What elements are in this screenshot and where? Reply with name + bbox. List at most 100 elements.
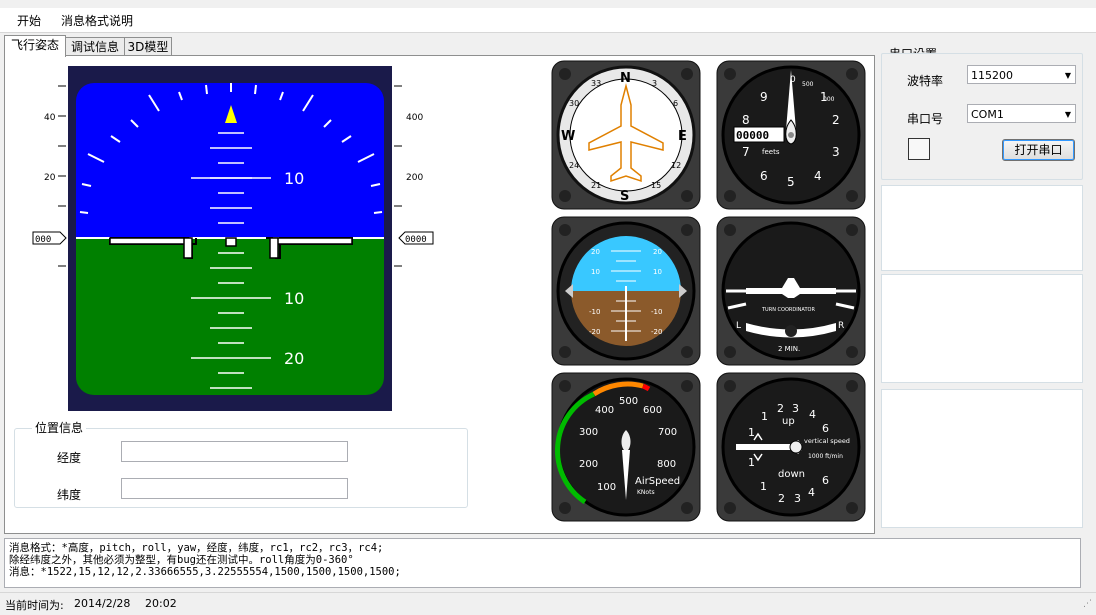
svg-text:400: 400: [595, 405, 614, 416]
svg-text:300: 300: [579, 427, 598, 438]
svg-text:3: 3: [794, 492, 801, 505]
svg-text:24: 24: [569, 161, 579, 170]
status-bar: 当前时间为: 2014/2/28 20:02 ⋰: [0, 592, 1096, 615]
svg-text:vertical speed: vertical speed: [804, 437, 850, 445]
right-panel-1: [881, 185, 1083, 271]
svg-text:2: 2: [777, 402, 784, 415]
position-group-title: 位置信息: [32, 419, 87, 436]
chevron-down-icon: ▼: [1064, 110, 1071, 119]
right-readout: 0000: [405, 235, 427, 245]
baud-rate-label: 波特率: [907, 74, 944, 88]
connection-indicator: [908, 138, 930, 160]
tab-debug-info[interactable]: 调试信息: [65, 37, 125, 56]
resize-grip-icon[interactable]: ⋰: [1083, 599, 1092, 609]
altimeter: 0 1 2 3 4 5 6 7 8 9 500 000 00000 feets: [716, 60, 866, 210]
svg-text:7: 7: [742, 145, 750, 159]
svg-text:2 MIN.: 2 MIN.: [778, 345, 800, 353]
longitude-label: 经度: [57, 451, 82, 465]
sky: [76, 83, 384, 238]
message-line: 消息：*1522,15,12,12,2.33666555,3.22555554,…: [9, 566, 401, 578]
svg-text:000: 000: [823, 96, 835, 103]
svg-text:500: 500: [802, 81, 814, 88]
svg-text:L: L: [736, 321, 741, 331]
svg-text:800: 800: [657, 459, 676, 470]
pitch-label: 10: [284, 169, 304, 188]
port-select[interactable]: COM1 ▼: [967, 104, 1076, 123]
svg-text:-10: -10: [589, 308, 600, 316]
svg-text:6: 6: [822, 474, 829, 487]
right-panel-3: [881, 389, 1083, 528]
airspeed-indicator: 100 200 300 400 500 600 700 800 AirSpeed…: [551, 372, 701, 522]
longitude-field[interactable]: [121, 441, 348, 462]
svg-text:10: 10: [591, 268, 600, 276]
left-scale-label: 20: [44, 173, 56, 183]
tab-flight-attitude[interactable]: 飞行姿态: [4, 35, 66, 57]
svg-text:8: 8: [742, 113, 750, 127]
status-time: 20:02: [145, 597, 177, 610]
message-line: 除经纬度之外，其他必须为整型，有bug还在测试中。roll角度为0-360°: [9, 554, 354, 566]
svg-text:-20: -20: [651, 328, 662, 336]
menu-start[interactable]: 开始: [17, 12, 41, 29]
turn-coordinator: TURN COORDINATOR L R 2 MIN.: [716, 216, 866, 366]
svg-text:2: 2: [778, 492, 785, 505]
menu-message-format[interactable]: 消息格式说明: [61, 12, 133, 29]
svg-text:3: 3: [792, 402, 799, 415]
svg-text:1: 1: [748, 456, 755, 469]
svg-text:KNots: KNots: [637, 489, 655, 496]
svg-text:6: 6: [760, 169, 768, 183]
svg-text:9: 9: [760, 90, 768, 104]
svg-text:15: 15: [651, 181, 661, 190]
status-date: 2014/2/28: [74, 597, 131, 610]
message-line: 消息格式：*高度，pitch，roll，yaw，经度，纬度，rc1，rc2，rc…: [9, 542, 384, 554]
baud-rate-select[interactable]: 115200 ▼: [967, 65, 1076, 84]
left-scale-label: 40: [44, 113, 56, 123]
svg-text:1: 1: [761, 410, 768, 423]
status-label: 当前时间为:: [5, 599, 64, 612]
pitch-label: 20: [284, 349, 304, 368]
open-serial-button[interactable]: 打开串口: [1002, 139, 1075, 161]
heading-e: E: [678, 129, 687, 144]
svg-text:TURN COORDINATOR: TURN COORDINATOR: [761, 307, 815, 313]
svg-text:6: 6: [822, 422, 829, 435]
latitude-field[interactable]: [121, 478, 348, 499]
message-log[interactable]: 消息格式：*高度，pitch，roll，yaw，经度，纬度，rc1，rc2，rc…: [4, 538, 1081, 588]
right-scale-label: 200: [406, 173, 423, 183]
vertical-speed-indicator: 1 2 3 4 6 6 4 3 2 1 1 1 up down vertical…: [716, 372, 866, 522]
svg-text:33: 33: [591, 79, 601, 88]
svg-text:1000 ft/min: 1000 ft/min: [808, 453, 843, 460]
right-scale-label: 400: [406, 113, 423, 123]
svg-text:700: 700: [658, 427, 677, 438]
svg-text:30: 30: [569, 99, 579, 108]
tab-3d-model[interactable]: 3D模型: [124, 37, 172, 56]
latitude-label: 纬度: [57, 488, 82, 502]
svg-text:20: 20: [653, 248, 662, 256]
svg-text:4: 4: [809, 408, 816, 421]
svg-text:10: 10: [653, 268, 662, 276]
svg-text:AirSpeed: AirSpeed: [635, 476, 680, 487]
port-label: 串口号: [907, 112, 944, 126]
altimeter-counter: 00000: [736, 129, 769, 142]
svg-text:up: up: [782, 416, 795, 427]
svg-text:100: 100: [597, 482, 616, 493]
svg-text:1: 1: [760, 480, 767, 493]
attitude-gauge: 20 20 10 10 -10 -10 -20 -20: [551, 216, 701, 366]
heading-n: N: [620, 71, 631, 86]
svg-text:6: 6: [673, 99, 678, 108]
svg-text:R: R: [838, 321, 844, 331]
svg-text:4: 4: [814, 169, 822, 183]
svg-text:2: 2: [832, 113, 840, 127]
left-readout: 000: [35, 235, 51, 245]
svg-text:3: 3: [832, 145, 840, 159]
svg-text:1: 1: [748, 426, 755, 439]
svg-text:500: 500: [619, 396, 638, 407]
heading-s: S: [620, 189, 629, 204]
svg-text:12: 12: [671, 161, 681, 170]
svg-text:feets: feets: [762, 148, 780, 156]
ground: [76, 238, 384, 395]
menu-bar: 开始 消息格式说明: [0, 8, 1096, 33]
right-panel-2: [881, 274, 1083, 383]
svg-text:3: 3: [652, 79, 657, 88]
svg-text:-10: -10: [651, 308, 662, 316]
svg-text:200: 200: [579, 459, 598, 470]
heading-w: W: [561, 129, 575, 144]
